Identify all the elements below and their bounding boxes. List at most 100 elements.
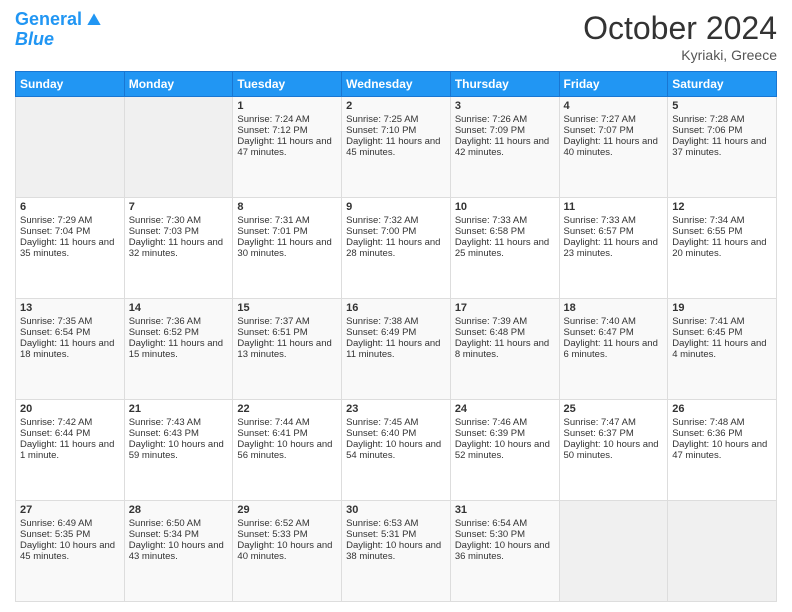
calendar-cell: 24Sunrise: 7:46 AMSunset: 6:39 PMDayligh…: [450, 400, 559, 501]
day-info: Daylight: 10 hours and 38 minutes.: [346, 540, 446, 562]
calendar-cell: 11 Sunrise: 7:33 AMSunset: 6:57 PMDayligh…: [559, 198, 668, 299]
day-number: 31: [455, 504, 555, 516]
calendar-cell: 23Sunrise: 7:45 AMSunset: 6:40 PMDayligh…: [342, 400, 451, 501]
day-info: Sunrise: 7:27 AM: [564, 114, 664, 125]
day-number: 15: [237, 302, 337, 314]
calendar-row-3: 20Sunrise: 7:42 AMSunset: 6:44 PMDayligh…: [16, 400, 777, 501]
day-info: Sunrise: 7:43 AM: [129, 417, 229, 428]
day-number: 23: [346, 403, 446, 415]
day-info: Sunrise: 7:38 AM: [346, 316, 446, 327]
calendar-cell: 16Sunrise: 7:38 AMSunset: 6:49 PMDayligh…: [342, 299, 451, 400]
day-info: Sunset: 5:30 PM: [455, 529, 555, 540]
logo: General Blue: [15, 10, 104, 50]
day-info: Daylight: 10 hours and 50 minutes.: [564, 439, 664, 461]
day-info: Sunrise: 6:52 AM: [237, 518, 337, 529]
day-info: Daylight: 11 hours and 35 minutes.: [20, 237, 120, 259]
day-info: Daylight: 11 hours and 15 minutes.: [129, 338, 229, 360]
day-number: 29: [237, 504, 337, 516]
day-info: Daylight: 11 hours and 20 minutes.: [672, 237, 772, 259]
day-info: Sunset: 6:52 PM: [129, 327, 229, 338]
day-info: Sunset: 7:00 PM: [346, 226, 446, 237]
day-info: Daylight: 10 hours and 40 minutes.: [237, 540, 337, 562]
day-info: Daylight: 10 hours and 52 minutes.: [455, 439, 555, 461]
weekday-header-sunday: Sunday: [16, 72, 125, 97]
day-info: Sunset: 6:40 PM: [346, 428, 446, 439]
day-info: Sunrise: 7:24 AM: [237, 114, 337, 125]
calendar-cell: 21Sunrise: 7:43 AMSunset: 6:43 PMDayligh…: [124, 400, 233, 501]
day-number: 5: [672, 100, 772, 112]
day-number: 21: [129, 403, 229, 415]
day-info: Sunset: 5:33 PM: [237, 529, 337, 540]
day-info: Sunrise: 7:31 AM: [237, 215, 337, 226]
day-info: Daylight: 11 hours and 23 minutes.: [564, 237, 664, 259]
calendar-row-1: 6Sunrise: 7:29 AMSunset: 7:04 PMDaylight…: [16, 198, 777, 299]
day-info: Daylight: 11 hours and 30 minutes.: [237, 237, 337, 259]
calendar-cell: 31Sunrise: 6:54 AMSunset: 5:30 PMDayligh…: [450, 501, 559, 602]
day-number: 17: [455, 302, 555, 314]
day-info: Sunrise: 7:35 AM: [20, 316, 120, 327]
day-info: Sunrise: 7:44 AM: [237, 417, 337, 428]
day-number: 12: [672, 201, 772, 213]
day-info: Sunrise: 7:33 AM: [564, 215, 664, 226]
day-info: Daylight: 10 hours and 36 minutes.: [455, 540, 555, 562]
day-info: Daylight: 11 hours and 6 minutes.: [564, 338, 664, 360]
day-info: Daylight: 11 hours and 11 minutes.: [346, 338, 446, 360]
day-number: 9: [346, 201, 446, 213]
day-info: Sunrise: 7:36 AM: [129, 316, 229, 327]
page: General Blue October 2024 Kyriaki, Greec…: [0, 0, 792, 612]
day-info: Sunrise: 7:40 AM: [564, 316, 664, 327]
day-info: Sunset: 6:51 PM: [237, 327, 337, 338]
logo-text: General: [15, 10, 82, 30]
calendar-cell: 19Sunrise: 7:41 AMSunset: 6:45 PMDayligh…: [668, 299, 777, 400]
weekday-header-saturday: Saturday: [668, 72, 777, 97]
calendar-cell: 5Sunrise: 7:28 AMSunset: 7:06 PMDaylight…: [668, 97, 777, 198]
day-info: Sunset: 6:44 PM: [20, 428, 120, 439]
day-info: Daylight: 11 hours and 28 minutes.: [346, 237, 446, 259]
calendar-row-0: 1Sunrise: 7:24 AMSunset: 7:12 PMDaylight…: [16, 97, 777, 198]
day-info: Sunrise: 7:28 AM: [672, 114, 772, 125]
day-info: Daylight: 11 hours and 32 minutes.: [129, 237, 229, 259]
day-number: 4: [564, 100, 664, 112]
day-number: 13: [20, 302, 120, 314]
day-info: Sunrise: 7:37 AM: [237, 316, 337, 327]
day-info: Sunset: 6:49 PM: [346, 327, 446, 338]
calendar-cell: 1Sunrise: 7:24 AMSunset: 7:12 PMDaylight…: [233, 97, 342, 198]
day-info: Daylight: 10 hours and 54 minutes.: [346, 439, 446, 461]
calendar-table: SundayMondayTuesdayWednesdayThursdayFrid…: [15, 71, 777, 602]
day-info: Sunrise: 7:46 AM: [455, 417, 555, 428]
day-info: Sunset: 6:39 PM: [455, 428, 555, 439]
day-info: Sunset: 7:03 PM: [129, 226, 229, 237]
day-number: 19: [672, 302, 772, 314]
day-info: Sunset: 5:31 PM: [346, 529, 446, 540]
day-info: Sunset: 7:07 PM: [564, 125, 664, 136]
day-info: Sunrise: 6:50 AM: [129, 518, 229, 529]
calendar-cell: 26Sunrise: 7:48 AMSunset: 6:36 PMDayligh…: [668, 400, 777, 501]
day-info: Sunrise: 7:30 AM: [129, 215, 229, 226]
day-info: Sunrise: 7:39 AM: [455, 316, 555, 327]
calendar-cell: 14Sunrise: 7:36 AMSunset: 6:52 PMDayligh…: [124, 299, 233, 400]
day-number: 2: [346, 100, 446, 112]
day-info: Daylight: 11 hours and 40 minutes.: [564, 136, 664, 158]
day-info: Sunrise: 7:26 AM: [455, 114, 555, 125]
logo-icon: [84, 10, 104, 30]
day-info: Sunrise: 7:32 AM: [346, 215, 446, 226]
calendar-cell: 6Sunrise: 7:29 AMSunset: 7:04 PMDaylight…: [16, 198, 125, 299]
day-info: Sunset: 6:47 PM: [564, 327, 664, 338]
logo-text2: Blue: [15, 30, 104, 50]
day-number: 6: [20, 201, 120, 213]
calendar-cell: [16, 97, 125, 198]
calendar-cell: 20Sunrise: 7:42 AMSunset: 6:44 PMDayligh…: [16, 400, 125, 501]
calendar-cell: 27Sunrise: 6:49 AMSunset: 5:35 PMDayligh…: [16, 501, 125, 602]
day-info: Sunrise: 7:48 AM: [672, 417, 772, 428]
day-number: 18: [564, 302, 664, 314]
calendar-cell: 28Sunrise: 6:50 AMSunset: 5:34 PMDayligh…: [124, 501, 233, 602]
day-info: Sunset: 7:09 PM: [455, 125, 555, 136]
day-info: Sunset: 6:57 PM: [564, 226, 664, 237]
day-info: Daylight: 10 hours and 59 minutes.: [129, 439, 229, 461]
calendar-cell: 7Sunrise: 7:30 AMSunset: 7:03 PMDaylight…: [124, 198, 233, 299]
day-number: 11: [564, 201, 664, 213]
day-number: 27: [20, 504, 120, 516]
calendar-cell: 30Sunrise: 6:53 AMSunset: 5:31 PMDayligh…: [342, 501, 451, 602]
calendar-cell: 18 Sunrise: 7:40 AMSunset: 6:47 PMDayligh…: [559, 299, 668, 400]
weekday-header-row: SundayMondayTuesdayWednesdayThursdayFrid…: [16, 72, 777, 97]
